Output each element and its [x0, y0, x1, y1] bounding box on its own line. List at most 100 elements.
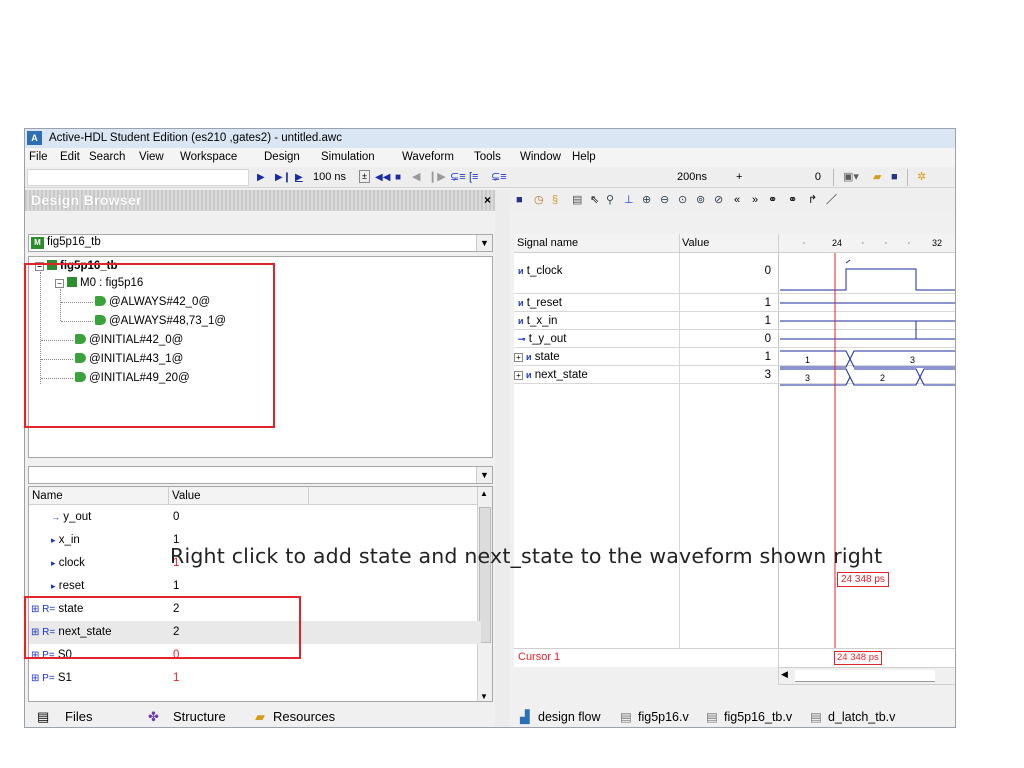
tab-fig5p16-tb-v[interactable]: fig5p16_tb.v: [724, 709, 792, 726]
save-icon[interactable]: ■: [891, 170, 898, 185]
close-icon[interactable]: ×: [484, 193, 491, 207]
signal-row[interactable]: + ᴎ state 1: [514, 349, 777, 365]
tick-dot: ·: [884, 237, 888, 249]
zoom-out-icon[interactable]: ⊖: [660, 193, 669, 208]
cursor-icon[interactable]: ⇖: [590, 193, 599, 208]
zoom-icon[interactable]: ⚲: [606, 193, 614, 208]
files-icon: ▤: [37, 709, 50, 724]
run-until-icon[interactable]: ▶❙: [275, 170, 291, 185]
time-offset-field[interactable]: 0: [801, 170, 821, 185]
find-icon[interactable]: ⚭: [768, 193, 777, 208]
signal-row[interactable]: ᴎ t_clock 0: [514, 263, 777, 279]
tab-structure[interactable]: Structure: [173, 708, 226, 726]
main-toolbar: ▶ ▶❙ ▶ 100 ns ± ◀◀ ■ ◀ ❙▶ ⊊≡ [≡ ⊊≡ 200ns…: [25, 167, 955, 188]
bus-label: 3: [805, 373, 810, 383]
menu-simulation[interactable]: Simulation: [321, 148, 375, 167]
menu-search[interactable]: Search: [89, 148, 125, 167]
step-icon[interactable]: ❙▶: [428, 170, 446, 185]
cursor-time-flag[interactable]: 24 348 ps: [837, 572, 889, 587]
tab-design-flow[interactable]: design flow: [538, 709, 601, 726]
menu-view[interactable]: View: [139, 148, 164, 167]
menu-design[interactable]: Design: [264, 148, 300, 167]
column-header-value[interactable]: Value: [682, 234, 709, 253]
measure-icon[interactable]: ／: [826, 193, 837, 208]
zoom-range-icon[interactable]: ⊙: [678, 193, 687, 208]
chevron-down-icon[interactable]: ▼: [476, 467, 492, 483]
signal-icon[interactable]: §: [552, 193, 558, 208]
run-for-icon[interactable]: ▶: [295, 170, 303, 185]
signal-row[interactable]: ᴎ t_reset 1: [514, 295, 777, 311]
save-icon[interactable]: ■: [516, 193, 523, 208]
scroll-thumb[interactable]: [795, 670, 935, 682]
tick-dot: ·: [907, 237, 911, 249]
app-icon: A: [27, 131, 42, 145]
waveform-spacer: [510, 211, 955, 234]
sim-time-field[interactable]: 200ns: [677, 170, 707, 185]
open-folder-icon[interactable]: ▰: [873, 170, 881, 185]
expand-icon[interactable]: [≡: [469, 170, 478, 185]
menu-workspace[interactable]: Workspace: [180, 148, 237, 167]
top-level-select[interactable]: M fig5p16_tb ▼: [28, 234, 493, 252]
run-icon[interactable]: ▶: [257, 170, 265, 185]
module-icon: M: [31, 237, 44, 249]
menu-edit[interactable]: Edit: [60, 148, 80, 167]
scroll-down-icon[interactable]: ▼: [480, 692, 488, 701]
toolbar-combo[interactable]: [27, 169, 249, 186]
menu-tools[interactable]: Tools: [474, 148, 501, 167]
column-header-value[interactable]: Value: [169, 487, 309, 505]
pane-splitter[interactable]: [495, 190, 510, 727]
sim-step-field[interactable]: 100 ns: [313, 170, 346, 185]
column-header-name[interactable]: Name: [29, 487, 169, 505]
history-icon[interactable]: ◷: [534, 193, 544, 208]
signal-row[interactable]: + ᴎ next_state 3: [514, 367, 777, 383]
cursor-bar: Cursor 1 24 348 ps: [514, 648, 955, 668]
stop-icon[interactable]: ■: [395, 170, 401, 185]
step-back-icon[interactable]: ◀: [412, 170, 420, 185]
column-header-blank: [309, 487, 481, 505]
object-filter-combo[interactable]: ▼: [28, 466, 493, 484]
fit-icon[interactable]: ⊥: [624, 193, 634, 208]
menu-waveform[interactable]: Waveform: [402, 148, 454, 167]
expand-icon[interactable]: +: [514, 371, 523, 380]
expand-icon[interactable]: +: [514, 353, 523, 362]
step-spinner[interactable]: ±: [359, 170, 370, 183]
waveform-canvas[interactable]: 1 3 3 2: [780, 253, 956, 648]
bus-label: 1: [805, 355, 810, 365]
object-row[interactable]: ⊞ P= S1 1: [29, 667, 481, 690]
right-tab-bar: ▟ design flow ▤ fig5p16.v ▤ fig5p16_tb.v…: [510, 706, 955, 727]
menu-help[interactable]: Help: [572, 148, 596, 167]
header-divider: [778, 234, 779, 253]
tab-files[interactable]: Files: [65, 708, 92, 726]
tab-resources[interactable]: Resources: [273, 708, 335, 726]
next-edge-icon[interactable]: »: [752, 193, 758, 208]
highlight-box-hierarchy: [24, 263, 275, 428]
marker-icon[interactable]: ↱: [808, 193, 817, 208]
new-icon[interactable]: ▣▾: [843, 170, 859, 185]
bus-label: 3: [910, 355, 915, 365]
tab-fig5p16-v[interactable]: fig5p16.v: [638, 709, 689, 726]
restart-icon[interactable]: ◀◀: [375, 170, 390, 185]
zoom-prev-icon[interactable]: ⊘: [714, 193, 723, 208]
zoom-fit-icon[interactable]: ⊊≡: [450, 170, 466, 185]
object-row[interactable]: → y_out 0: [29, 506, 481, 529]
prev-edge-icon[interactable]: «: [734, 193, 740, 208]
menu-window[interactable]: Window: [520, 148, 561, 167]
properties-icon[interactable]: ▤: [572, 193, 582, 208]
time-plus-button[interactable]: +: [736, 170, 742, 185]
tab-d-latch-tb-v[interactable]: d_latch_tb.v: [828, 709, 895, 726]
scroll-up-icon[interactable]: ▲: [480, 489, 488, 498]
horizontal-scrollbar[interactable]: ◀: [778, 667, 955, 685]
signal-row[interactable]: ⊸ t_y_out 0: [514, 331, 777, 347]
zoom-full-icon[interactable]: ⊚: [696, 193, 705, 208]
cursor-time-value[interactable]: 24 348 ps: [834, 651, 882, 665]
chevron-down-icon[interactable]: ▼: [476, 235, 492, 251]
find-next-icon[interactable]: ⚭: [788, 193, 797, 208]
menu-file[interactable]: File: [29, 148, 48, 167]
column-header-signal[interactable]: Signal name: [517, 234, 578, 253]
zoom-in-icon[interactable]: ⊕: [642, 193, 651, 208]
collapse-icon[interactable]: ⊊≡: [491, 170, 507, 185]
settings-icon[interactable]: ✲: [917, 170, 926, 185]
object-row[interactable]: ▸ reset 1: [29, 575, 481, 598]
scroll-left-icon[interactable]: ◀: [781, 669, 788, 680]
signal-row[interactable]: ᴎ t_x_in 1: [514, 313, 777, 329]
